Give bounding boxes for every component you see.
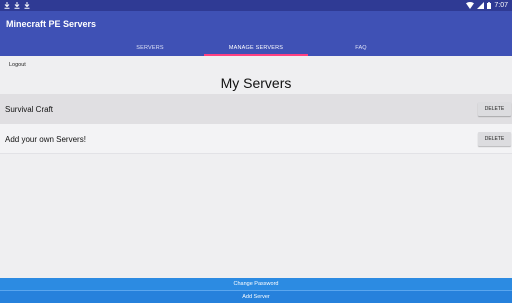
system-icons: 7:07 [466, 0, 508, 11]
app-title: Minecraft PE Servers [6, 19, 97, 29]
notification-icons [4, 0, 30, 11]
tab-servers[interactable]: SERVERS [100, 39, 200, 56]
tab-faq[interactable]: FAQ [312, 39, 410, 56]
delete-button[interactable]: DELETE [478, 132, 511, 146]
status-bar: 7:07 [0, 0, 512, 11]
download-icon [24, 2, 30, 9]
tab-bar: SERVERS MANAGE SERVERS FAQ [0, 39, 512, 56]
status-time: 7:07 [494, 2, 508, 9]
cellular-icon [477, 2, 485, 9]
download-icon [4, 2, 10, 9]
active-tab-indicator [204, 54, 308, 56]
server-name: Add your own Servers! [5, 134, 86, 144]
battery-icon [487, 2, 492, 9]
add-server-button[interactable]: Add Server [0, 290, 512, 303]
logout-link[interactable]: Logout [9, 62, 26, 68]
server-row[interactable]: Survival Craft DELETE [0, 94, 512, 124]
page-title: My Servers [220, 75, 292, 91]
server-name: Survival Craft [5, 104, 54, 114]
download-icon [14, 2, 20, 9]
change-password-button[interactable]: Change Password [0, 278, 512, 290]
delete-button[interactable]: DELETE [478, 102, 511, 116]
server-row[interactable]: Add your own Servers! DELETE [0, 124, 512, 154]
app-bar: Minecraft PE Servers SERVERS MANAGE SERV… [0, 11, 512, 56]
wifi-icon [466, 2, 475, 9]
